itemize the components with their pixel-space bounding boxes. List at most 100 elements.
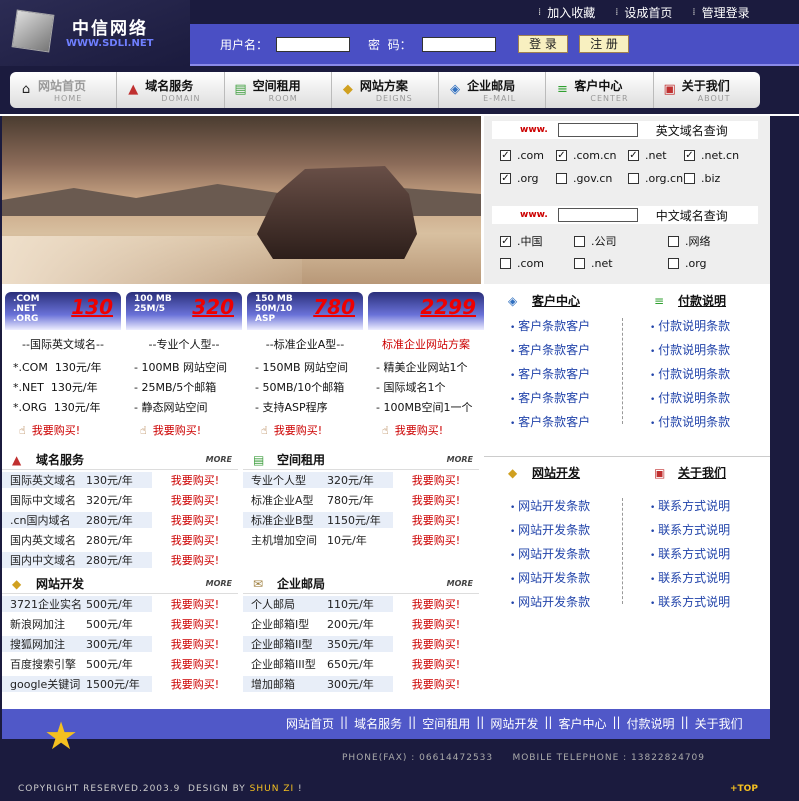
checkbox[interactable]: [574, 235, 585, 247]
checkbox[interactable]: ✓: [500, 173, 511, 184]
info-link[interactable]: 网站开发条款: [510, 495, 590, 519]
info-link[interactable]: 联系方式说明: [650, 591, 730, 615]
footer-link[interactable]: 网站开发: [484, 715, 544, 732]
about-title[interactable]: 关于我们: [678, 464, 726, 481]
checkbox[interactable]: [500, 258, 511, 269]
domain-checkbox-item[interactable]: .biz: [684, 172, 744, 185]
buy-button[interactable]: ☝ 我要购买!: [261, 422, 322, 438]
buy-link[interactable]: 我要购买!: [393, 616, 479, 632]
buy-link[interactable]: 我要购买!: [393, 532, 479, 548]
buy-link[interactable]: 我要购买!: [393, 636, 479, 652]
info-link[interactable]: 联系方式说明: [650, 567, 730, 591]
domain-checkbox-item[interactable]: .org.cn: [628, 172, 684, 185]
nav-room[interactable]: ▤ 空间租用 ROOM: [225, 72, 332, 108]
buy-link[interactable]: 我要购买!: [152, 512, 238, 528]
checkbox[interactable]: ✓: [500, 150, 511, 161]
buy-link[interactable]: 我要购买!: [152, 596, 238, 612]
nav-about[interactable]: ▣ 关于我们 ABOUT: [654, 72, 760, 108]
checkbox[interactable]: [668, 235, 679, 247]
admin-login-link[interactable]: ⁞ 管理登录: [682, 2, 759, 22]
info-link[interactable]: 网站开发条款: [510, 543, 590, 567]
info-link[interactable]: 网站开发条款: [510, 567, 590, 591]
nav-center[interactable]: ≡ 客户中心 CENTER: [546, 72, 654, 108]
domain-checkbox-item[interactable]: .net: [574, 257, 668, 270]
footer-link[interactable]: 付款说明: [621, 715, 681, 732]
buy-link[interactable]: 我要购买!: [152, 656, 238, 672]
info-link[interactable]: 客户条款客户: [510, 387, 590, 411]
en-query-button[interactable]: 英文域名查询: [656, 122, 728, 139]
buy-link[interactable]: 我要购买!: [152, 676, 238, 692]
more-link[interactable]: MORE: [206, 455, 232, 464]
checkbox[interactable]: [668, 258, 679, 269]
domain-checkbox-item[interactable]: .com: [500, 257, 574, 270]
nav-email[interactable]: ◈ 企业邮局 E-MAIL: [439, 72, 547, 108]
nav-home[interactable]: ⌂ 网站首页 HOME: [10, 72, 118, 108]
buy-link[interactable]: 我要购买!: [393, 472, 479, 488]
nav-domain[interactable]: ▲ 域名服务 DOMAIN: [117, 72, 225, 108]
info-link[interactable]: 付款说明条款: [650, 315, 730, 339]
checkbox[interactable]: ✓: [500, 235, 511, 247]
domain-checkbox-item[interactable]: .网络: [668, 233, 748, 249]
dev-title[interactable]: 网站开发: [532, 464, 580, 481]
info-link[interactable]: 付款说明条款: [650, 411, 730, 435]
checkbox[interactable]: ✓: [556, 150, 567, 161]
set-homepage-link[interactable]: ⁞ 设成首页: [605, 2, 682, 22]
info-link[interactable]: 联系方式说明: [650, 519, 730, 543]
domain-checkbox-item[interactable]: .公司: [574, 233, 668, 249]
domain-checkbox-item[interactable]: .org: [668, 257, 748, 270]
center-title[interactable]: 客户中心: [532, 292, 580, 309]
buy-button[interactable]: ☝ 我要购买!: [19, 422, 80, 438]
domain-checkbox-item[interactable]: ✓ .org: [500, 172, 556, 185]
more-link[interactable]: MORE: [447, 455, 473, 464]
domain-checkbox-item[interactable]: ✓ .中国: [500, 233, 574, 249]
add-favorite-link[interactable]: ⁞ 加入收藏: [528, 2, 605, 22]
checkbox[interactable]: [574, 258, 585, 269]
footer-link[interactable]: 域名服务: [348, 715, 408, 732]
domain-checkbox-item[interactable]: ✓ .net: [628, 149, 684, 162]
buy-link[interactable]: 我要购买!: [393, 596, 479, 612]
buy-link[interactable]: 我要购买!: [152, 636, 238, 652]
footer-link[interactable]: 网站首页: [280, 715, 340, 732]
register-button[interactable]: 注 册: [579, 35, 629, 53]
buy-link[interactable]: 我要购买!: [393, 656, 479, 672]
checkbox[interactable]: ✓: [628, 150, 639, 161]
buy-link[interactable]: 我要购买!: [152, 616, 238, 632]
buy-link[interactable]: 我要购买!: [152, 532, 238, 548]
info-link[interactable]: 网站开发条款: [510, 519, 590, 543]
info-link[interactable]: 联系方式说明: [650, 543, 730, 567]
footer-link[interactable]: 客户中心: [552, 715, 612, 732]
buy-link[interactable]: 我要购买!: [393, 512, 479, 528]
buy-link[interactable]: 我要购买!: [393, 676, 479, 692]
domain-checkbox-item[interactable]: ✓ .com.cn: [556, 149, 628, 162]
checkbox[interactable]: [684, 173, 695, 184]
login-button[interactable]: 登 录: [518, 35, 568, 53]
footer-link[interactable]: 空间租用: [416, 715, 476, 732]
domain-checkbox-item[interactable]: ✓ .com: [500, 149, 556, 162]
buy-link[interactable]: 我要购买!: [152, 552, 238, 568]
more-link[interactable]: MORE: [206, 579, 232, 588]
footer-link[interactable]: 关于我们: [689, 715, 749, 732]
cn-domain-input[interactable]: [557, 208, 638, 222]
info-link[interactable]: 付款说明条款: [650, 339, 730, 363]
checkbox[interactable]: [628, 173, 639, 184]
domain-checkbox-item[interactable]: ✓ .net.cn: [684, 149, 744, 162]
pay-title[interactable]: 付款说明: [678, 292, 726, 309]
info-link[interactable]: 网站开发条款: [510, 591, 590, 615]
domain-checkbox-item[interactable]: .gov.cn: [556, 172, 628, 185]
username-input[interactable]: [276, 37, 350, 52]
to-top-link[interactable]: +TOP: [730, 784, 758, 794]
buy-button[interactable]: ☝ 我要购买!: [140, 422, 201, 438]
buy-link[interactable]: 我要购买!: [393, 492, 479, 508]
checkbox[interactable]: [556, 173, 567, 184]
info-link[interactable]: 付款说明条款: [650, 387, 730, 411]
info-link[interactable]: 客户条款客户: [510, 339, 590, 363]
checkbox[interactable]: ✓: [684, 150, 695, 161]
password-input[interactable]: [422, 37, 496, 52]
buy-button[interactable]: ☝ 我要购买!: [382, 422, 443, 438]
buy-link[interactable]: 我要购买!: [152, 492, 238, 508]
cn-query-button[interactable]: 中文域名查询: [656, 207, 728, 224]
buy-link[interactable]: 我要购买!: [152, 472, 238, 488]
info-link[interactable]: 付款说明条款: [650, 363, 730, 387]
info-link[interactable]: 客户条款客户: [510, 363, 590, 387]
info-link[interactable]: 客户条款客户: [510, 315, 590, 339]
